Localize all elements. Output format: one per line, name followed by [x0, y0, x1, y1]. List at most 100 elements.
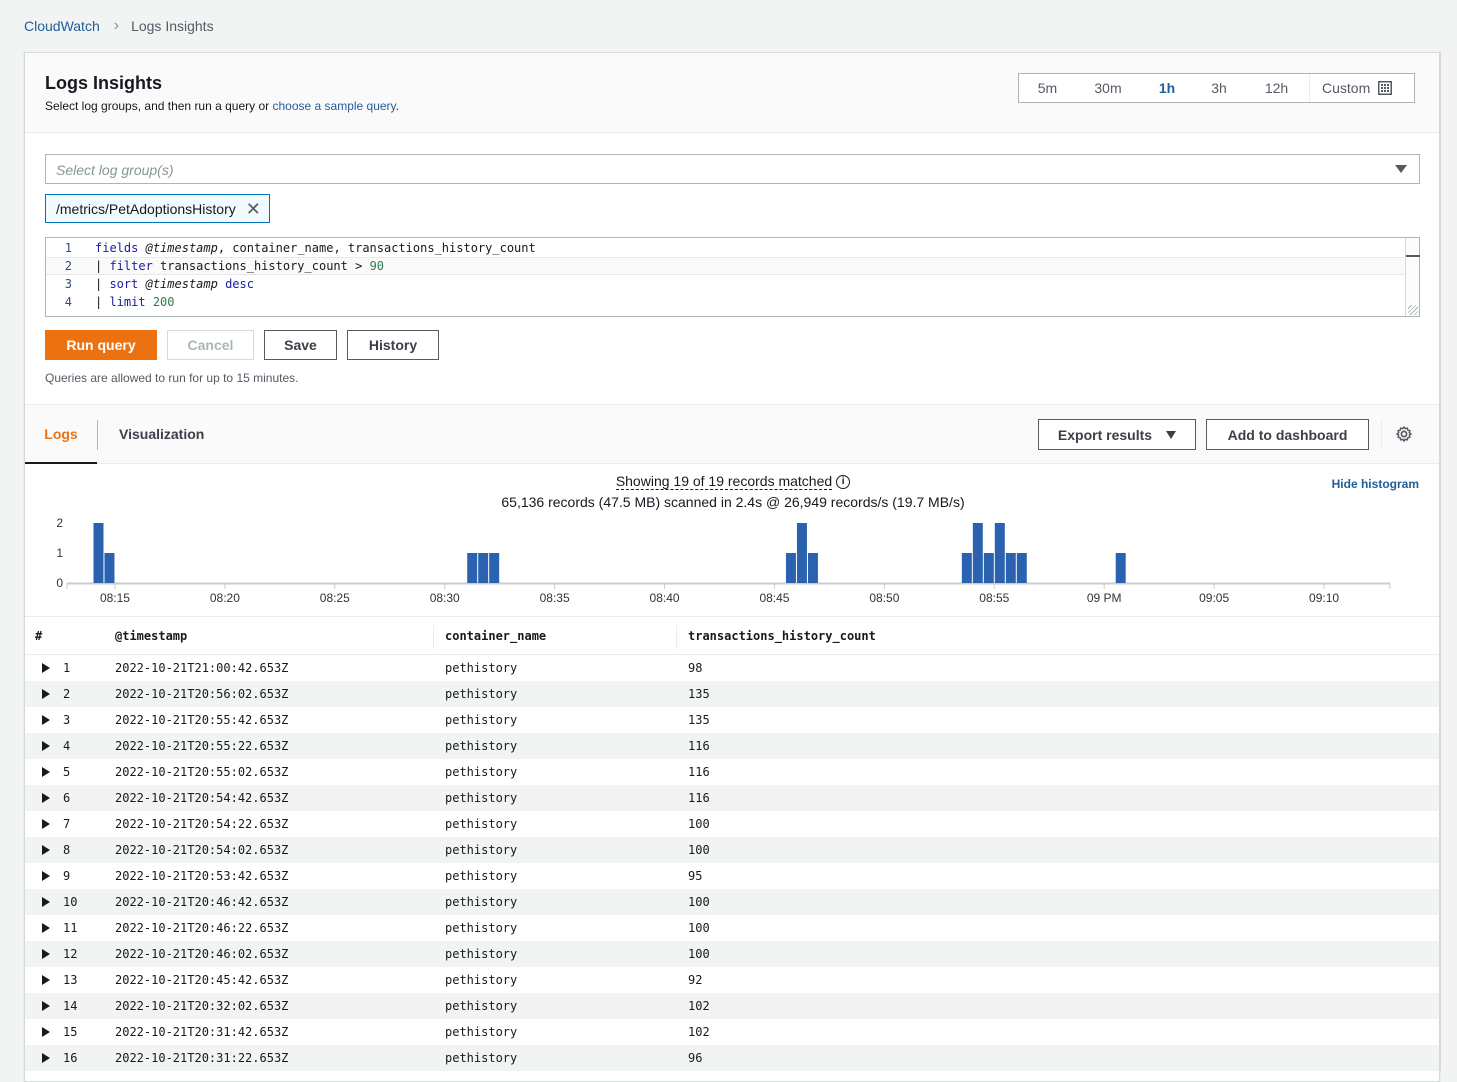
column-header-transactions-history-count[interactable]: transactions_history_count: [688, 629, 876, 643]
histogram-bar: [1115, 553, 1126, 583]
histogram-bar: [1016, 553, 1027, 583]
table-row[interactable]: 9 2022-10-21T20:53:42.653Z pethistory 95: [25, 863, 1439, 889]
resize-handle-icon[interactable]: [1408, 305, 1418, 315]
breadcrumb: CloudWatch › Logs Insights: [24, 17, 214, 35]
x-tick-label: 08:35: [540, 591, 570, 605]
expand-row-icon[interactable]: [42, 975, 50, 985]
tab-visualization[interactable]: Visualization: [119, 405, 204, 463]
sample-query-link[interactable]: choose a sample query: [272, 99, 395, 113]
cell-index: 1: [63, 661, 71, 675]
expand-row-icon[interactable]: [42, 949, 50, 959]
cell-index: 8: [63, 843, 71, 857]
table-row[interactable]: 14 2022-10-21T20:32:02.653Z pethistory 102: [25, 993, 1439, 1019]
histogram-bar: [961, 553, 972, 583]
run-query-button[interactable]: Run query: [45, 330, 157, 360]
cell-container-name: pethistory: [445, 843, 518, 857]
query-line-3: 3 | sort @timestamp desc: [46, 275, 1406, 293]
tab-logs[interactable]: Logs: [25, 405, 97, 464]
page-scrollbar[interactable]: [1440, 52, 1457, 1071]
cell-transactions-history-count: 100: [688, 843, 710, 857]
column-header-timestamp[interactable]: @timestamp: [115, 629, 187, 643]
cell-container-name: pethistory: [445, 1025, 518, 1039]
caret-down-icon: [1395, 165, 1407, 173]
histogram-bar: [478, 553, 489, 583]
info-icon[interactable]: i: [836, 474, 851, 489]
x-tick-label: 08:30: [430, 591, 460, 605]
page-subtitle: Select log groups, and then run a query …: [45, 99, 399, 113]
cell-transactions-history-count: 116: [688, 765, 710, 779]
expand-row-icon[interactable]: [42, 819, 50, 829]
time-option-12h[interactable]: 12h: [1244, 80, 1309, 96]
add-to-dashboard-button[interactable]: Add to dashboard: [1206, 419, 1369, 450]
expand-row-icon[interactable]: [42, 689, 50, 699]
table-row[interactable]: 6 2022-10-21T20:54:42.653Z pethistory 116: [25, 785, 1439, 811]
query-line-text: | filter transactions_history_count > 90: [95, 259, 385, 273]
close-icon[interactable]: ✕: [246, 200, 261, 218]
history-button[interactable]: History: [347, 330, 439, 360]
table-row[interactable]: 7 2022-10-21T20:54:22.653Z pethistory 100: [25, 811, 1439, 837]
cancel-button[interactable]: Cancel: [167, 330, 254, 360]
expand-row-icon[interactable]: [42, 715, 50, 725]
column-divider: [433, 625, 434, 649]
expand-row-icon[interactable]: [42, 897, 50, 907]
histogram-chart: 0 1 2 08:15 08:20 08:25 08:30 08:35 08:40 08:45 08…: [56, 516, 1391, 605]
editor-scroll-thumb[interactable]: [1406, 255, 1420, 257]
cell-index: 5: [63, 765, 71, 779]
cell-transactions-history-count: 100: [688, 895, 710, 909]
table-row[interactable]: 13 2022-10-21T20:45:42.653Z pethistory 92: [25, 967, 1439, 993]
cell-index: 7: [63, 817, 71, 831]
custom-label: Custom: [1322, 80, 1371, 96]
table-row[interactable]: 8 2022-10-21T20:54:02.653Z pethistory 100: [25, 837, 1439, 863]
expand-row-icon[interactable]: [42, 923, 50, 933]
cell-timestamp: 2022-10-21T20:54:02.653Z: [115, 843, 289, 857]
calendar-icon: [1378, 81, 1393, 95]
table-row[interactable]: 12 2022-10-21T20:46:02.653Z pethistory 100: [25, 941, 1439, 967]
expand-row-icon[interactable]: [42, 663, 50, 673]
expand-row-icon[interactable]: [42, 741, 50, 751]
histogram-bar: [93, 523, 104, 583]
export-results-button[interactable]: Export results: [1038, 419, 1196, 450]
time-option-1h[interactable]: 1h: [1140, 80, 1194, 96]
table-row[interactable]: 4 2022-10-21T20:55:22.653Z pethistory 116: [25, 733, 1439, 759]
page-title: Logs Insights: [45, 73, 162, 93]
cell-timestamp: 2022-10-21T21:00:42.653Z: [115, 661, 289, 675]
breadcrumb-cloudwatch[interactable]: CloudWatch: [24, 18, 100, 34]
time-option-5m[interactable]: 5m: [1019, 80, 1076, 96]
hide-histogram-link[interactable]: Hide histogram: [1332, 477, 1419, 491]
query-editor[interactable]: 1 fields @timestamp, container_name, tra…: [45, 237, 1420, 317]
column-header-container-name[interactable]: container_name: [445, 629, 546, 643]
time-option-3h[interactable]: 3h: [1194, 80, 1244, 96]
expand-row-icon[interactable]: [42, 793, 50, 803]
histogram-bar: [467, 553, 478, 583]
expand-row-icon[interactable]: [42, 1001, 50, 1011]
cell-transactions-history-count: 102: [688, 1025, 710, 1039]
table-row[interactable]: 11 2022-10-21T20:46:22.653Z pethistory 100: [25, 915, 1439, 941]
expand-row-icon[interactable]: [42, 845, 50, 855]
log-group-select[interactable]: Select log group(s): [45, 154, 1420, 184]
breadcrumb-current: Logs Insights: [131, 18, 214, 34]
table-row[interactable]: 1 2022-10-21T21:00:42.653Z pethistory 98: [25, 655, 1439, 681]
log-group-token-label: /metrics/PetAdoptionsHistory: [56, 200, 236, 217]
time-option-custom[interactable]: Custom: [1309, 74, 1393, 102]
time-option-30m[interactable]: 30m: [1076, 80, 1140, 96]
expand-row-icon[interactable]: [42, 871, 50, 881]
gear-icon[interactable]: [1395, 425, 1413, 443]
table-row[interactable]: 16 2022-10-21T20:31:22.653Z pethistory 96: [25, 1045, 1439, 1071]
expand-row-icon[interactable]: [42, 1053, 50, 1063]
line-number: 1: [64, 241, 72, 255]
expand-row-icon[interactable]: [42, 1027, 50, 1037]
cell-index: 11: [63, 921, 78, 935]
cell-timestamp: 2022-10-21T20:54:22.653Z: [115, 817, 289, 831]
table-row[interactable]: 3 2022-10-21T20:55:42.653Z pethistory 135: [25, 707, 1439, 733]
table-row[interactable]: 10 2022-10-21T20:46:42.653Z pethistory 100: [25, 889, 1439, 915]
histogram-bar: [994, 523, 1005, 583]
table-row[interactable]: 5 2022-10-21T20:55:02.653Z pethistory 116: [25, 759, 1439, 785]
column-header-index[interactable]: #: [35, 629, 42, 643]
query-line-1: 1 fields @timestamp, container_name, tra…: [46, 239, 1406, 257]
table-row[interactable]: 2 2022-10-21T20:56:02.653Z pethistory 135: [25, 681, 1439, 707]
table-row[interactable]: 15 2022-10-21T20:31:42.653Z pethistory 102: [25, 1019, 1439, 1045]
expand-row-icon[interactable]: [42, 767, 50, 777]
cell-transactions-history-count: 92: [688, 973, 703, 987]
cell-index: 9: [63, 869, 71, 883]
save-button[interactable]: Save: [264, 330, 337, 360]
